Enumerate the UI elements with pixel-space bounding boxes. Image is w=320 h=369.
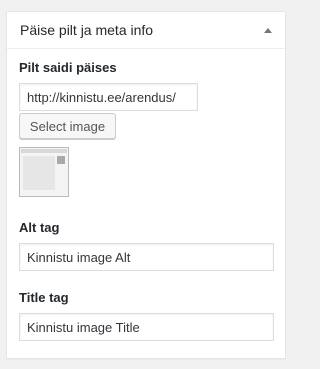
image-thumbnail[interactable] — [19, 147, 69, 197]
metabox: Päise pilt ja meta info Pilt saidi päise… — [6, 11, 286, 359]
title-tag-input[interactable] — [19, 313, 274, 341]
metabox-title: Päise pilt ja meta info — [20, 22, 154, 38]
thumbnail-sidebar — [57, 156, 65, 164]
alt-tag-input[interactable] — [19, 243, 274, 271]
header-image-label: Pilt saidi päises — [19, 60, 117, 75]
metabox-header[interactable]: Päise pilt ja meta info — [7, 12, 285, 49]
metabox-content: Pilt saidi päises Select image Alt tag T… — [7, 60, 285, 341]
arrow-up-icon[interactable] — [264, 27, 272, 33]
thumbnail-body — [23, 156, 55, 190]
select-image-button[interactable]: Select image — [19, 113, 116, 139]
title-tag-label: Title tag — [19, 290, 69, 305]
header-image-url-input[interactable] — [19, 83, 198, 111]
thumbnail-header-bar — [21, 149, 67, 153]
alt-tag-label: Alt tag — [19, 220, 60, 235]
